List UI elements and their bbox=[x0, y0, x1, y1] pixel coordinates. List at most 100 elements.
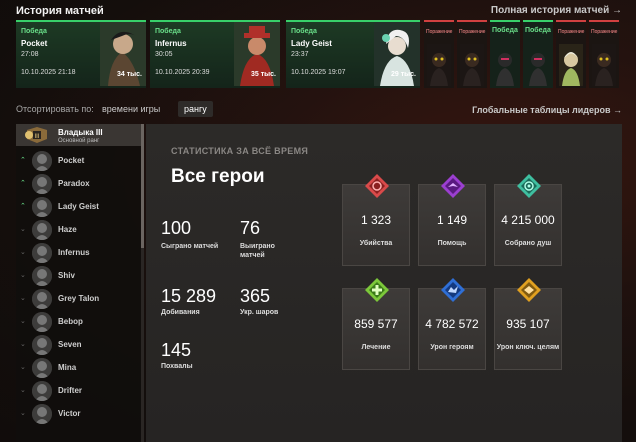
hero-avatar bbox=[32, 358, 52, 378]
match-hero: Lady Geist bbox=[291, 39, 332, 48]
mini-match-2[interactable]: Поражение bbox=[457, 20, 487, 88]
rank-down-icon: ⌄ bbox=[20, 226, 26, 233]
hero-item-pocket[interactable]: ⌃ Pocket bbox=[16, 150, 144, 172]
rank-down-icon: ⌄ bbox=[20, 272, 26, 279]
hero-sidebar: III Владыка III Основной ранг ⌃ Pocket ⌃… bbox=[16, 124, 144, 442]
hero-avatar bbox=[32, 174, 52, 194]
mini-match-5[interactable]: Поражение bbox=[556, 20, 586, 88]
card-value: 4 215 000 bbox=[501, 213, 555, 227]
match-card-2[interactable]: Победа Infernus 30:05 10.10.2025 20:39 3… bbox=[150, 20, 280, 88]
rank-subtitle: Основной ранг bbox=[58, 138, 100, 144]
hero-item-infernus[interactable]: ⌄ Infernus bbox=[16, 242, 144, 264]
card-value: 1 323 bbox=[360, 213, 392, 227]
hero-name: Paradox bbox=[58, 179, 90, 188]
match-hero: Infernus bbox=[155, 39, 187, 48]
card-value: 935 107 bbox=[506, 317, 550, 331]
mini-match-6[interactable]: Поражение bbox=[589, 20, 619, 88]
stat-card-souls: 4 215 000 Собрано душ bbox=[494, 174, 562, 266]
hero-item-seven[interactable]: ⌄ Seven bbox=[16, 334, 144, 356]
stats-panel: СТАТИСТИКА ЗА ВСЁ ВРЕМЯ Все герои 100 Сы… bbox=[146, 124, 622, 442]
hero-item-bebop[interactable]: ⌄ Bebop bbox=[16, 311, 144, 333]
mini-match-4[interactable]: Победа bbox=[523, 20, 553, 88]
match-result: Победа bbox=[155, 28, 181, 35]
mini-match-result: Победа bbox=[525, 27, 551, 34]
hero-avatar bbox=[32, 220, 52, 240]
match-date: 10.10.2025 19:07 bbox=[291, 69, 346, 76]
hero-item-haze[interactable]: ⌄ Haze bbox=[16, 219, 144, 241]
full-history-link[interactable]: Полная история матчей → bbox=[491, 5, 622, 16]
rank-up-icon: ⌃ bbox=[20, 203, 26, 210]
hero-name: Bebop bbox=[58, 317, 83, 326]
match-result: Победа bbox=[291, 28, 317, 35]
rank-down-icon: ⌄ bbox=[20, 295, 26, 302]
hero-avatar bbox=[32, 266, 52, 286]
sort-by-playtime[interactable]: времени игры bbox=[96, 101, 166, 117]
hero-item-drifter[interactable]: ⌄ Drifter bbox=[16, 380, 144, 402]
mini-match-1[interactable]: Поражение bbox=[424, 20, 454, 88]
card-value: 859 577 bbox=[354, 317, 398, 331]
stat-value: 100 bbox=[161, 218, 192, 238]
rank-down-icon: ⌄ bbox=[20, 410, 26, 417]
hero-avatar bbox=[32, 243, 52, 263]
hero-name: Seven bbox=[58, 340, 82, 349]
kills-icon bbox=[365, 174, 389, 198]
mini-match-result: Поражение bbox=[558, 29, 585, 35]
match-duration: 27:08 bbox=[21, 51, 39, 58]
rank-name: Владыка III bbox=[58, 128, 103, 137]
mini-match-3[interactable]: Победа bbox=[490, 20, 520, 88]
hero-portrait bbox=[460, 44, 484, 86]
souls-icon bbox=[517, 174, 541, 198]
match-card-1[interactable]: Победа Pocket 27:08 10.10.2025 21:18 34 … bbox=[16, 20, 146, 88]
match-date: 10.10.2025 20:39 bbox=[155, 69, 210, 76]
card-label: Урон ключ. целям bbox=[496, 344, 560, 351]
hero-portrait bbox=[526, 44, 550, 86]
stat-value: 15 289 bbox=[161, 286, 217, 306]
assists-icon bbox=[441, 174, 465, 198]
hero-name: Haze bbox=[58, 225, 77, 234]
mini-match-result: Поражение bbox=[591, 29, 618, 35]
match-card-3[interactable]: Победа Lady Geist 23:37 10.10.2025 19:07… bbox=[286, 20, 420, 88]
hero-name: Grey Talon bbox=[58, 294, 100, 303]
rank-down-icon: ⌄ bbox=[20, 341, 26, 348]
global-leaderboards-link[interactable]: Глобальные таблицы лидеров → bbox=[472, 105, 622, 115]
stat-card-healing: 859 577 Лечение bbox=[342, 278, 410, 370]
hero-item-lady-geist[interactable]: ⌃ Lady Geist bbox=[16, 196, 144, 218]
stat-value: 76 bbox=[240, 218, 261, 238]
rank-item[interactable]: III Владыка III Основной ранг bbox=[16, 124, 144, 146]
hero-name: Lady Geist bbox=[58, 202, 99, 211]
hero-name: Drifter bbox=[58, 386, 83, 395]
match-history-title: История матчей bbox=[16, 5, 104, 17]
stat-label: Сыграно матчей bbox=[161, 243, 219, 250]
hero-item-shiv[interactable]: ⌄ Shiv bbox=[16, 265, 144, 287]
hero-avatar bbox=[32, 312, 52, 332]
hero-avatar bbox=[32, 381, 52, 401]
stat-card-assists: 1 149 Помощь bbox=[418, 174, 486, 266]
mini-match-result: Победа bbox=[492, 27, 518, 34]
stats-panel-title: Все герои bbox=[171, 166, 265, 187]
hero-item-mina[interactable]: ⌄ Mina bbox=[16, 357, 144, 379]
card-value: 4 782 572 bbox=[425, 317, 479, 331]
match-date: 10.10.2025 21:18 bbox=[21, 69, 76, 76]
hero-portrait bbox=[427, 44, 451, 86]
hero-avatar bbox=[32, 404, 52, 424]
hero-avatar bbox=[32, 197, 52, 217]
sort-by-rank[interactable]: рангу bbox=[178, 101, 213, 117]
card-label: Убийства bbox=[359, 240, 393, 247]
rank-down-icon: ⌄ bbox=[20, 318, 26, 325]
hero-name: Infernus bbox=[58, 248, 90, 257]
hero-item-paradox[interactable]: ⌃ Paradox bbox=[16, 173, 144, 195]
card-label: Урон героям bbox=[430, 344, 474, 351]
stat-label: Похвалы bbox=[161, 363, 193, 370]
mini-match-result: Поражение bbox=[426, 29, 453, 35]
card-value: 1 149 bbox=[436, 213, 468, 227]
sidebar-scrollbar[interactable] bbox=[141, 124, 144, 442]
mini-match-result: Поражение bbox=[459, 29, 486, 35]
hero-avatar bbox=[32, 289, 52, 309]
card-label: Собрано душ bbox=[504, 240, 552, 247]
hero-item-grey-talon[interactable]: ⌄ Grey Talon bbox=[16, 288, 144, 310]
hero-item-victor[interactable]: ⌄ Victor bbox=[16, 403, 144, 425]
stat-label: Выиграно матчей bbox=[240, 243, 275, 259]
healing-icon bbox=[365, 278, 389, 302]
hero-portrait bbox=[493, 44, 517, 86]
scrollbar-thumb[interactable] bbox=[141, 124, 144, 248]
